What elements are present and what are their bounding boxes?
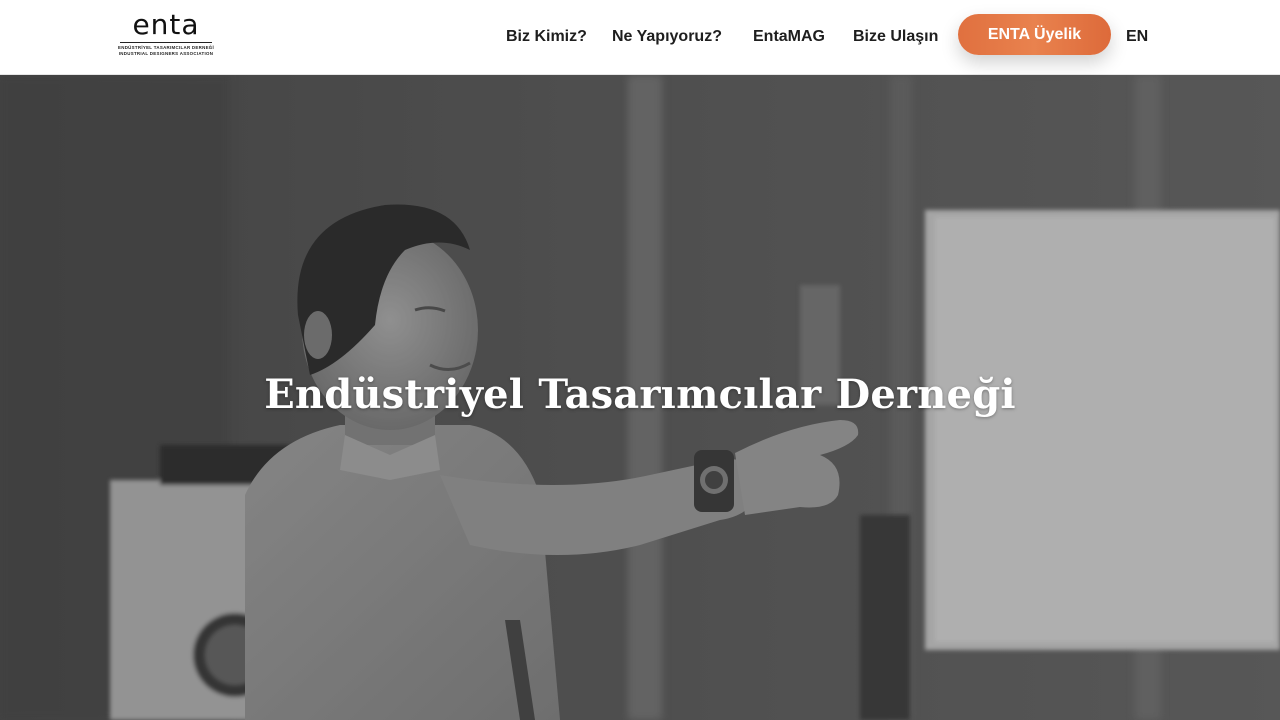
logo-wordmark: enta xyxy=(132,8,200,41)
language-switch-en[interactable]: EN xyxy=(1126,28,1148,46)
hero-title: Endüstriyel Tasarımcılar Derneği xyxy=(264,371,1016,418)
nav-link-ne-yapiyoruz[interactable]: Ne Yapıyoruz? xyxy=(612,28,722,46)
site-header: enta ENDÜSTRİYEL TASARIMCILAR DERNEĞİ IN… xyxy=(0,0,1280,75)
logo-subtitle-en: INDUSTRIAL DESIGNERS ASSOCIATION xyxy=(118,51,214,56)
nav-link-biz-kimiz[interactable]: Biz Kimiz? xyxy=(506,28,587,46)
hero-section: Endüstriyel Tasarımcılar Derneği xyxy=(0,75,1280,720)
enta-logo[interactable]: enta ENDÜSTRİYEL TASARIMCILAR DERNEĞİ IN… xyxy=(118,10,214,64)
membership-button[interactable]: ENTA Üyelik xyxy=(958,14,1111,55)
logo-divider xyxy=(120,42,212,43)
nav-link-bize-ulasin[interactable]: Bize Ulaşın xyxy=(853,28,938,46)
nav-link-entamag[interactable]: EntaMAG xyxy=(753,28,825,46)
